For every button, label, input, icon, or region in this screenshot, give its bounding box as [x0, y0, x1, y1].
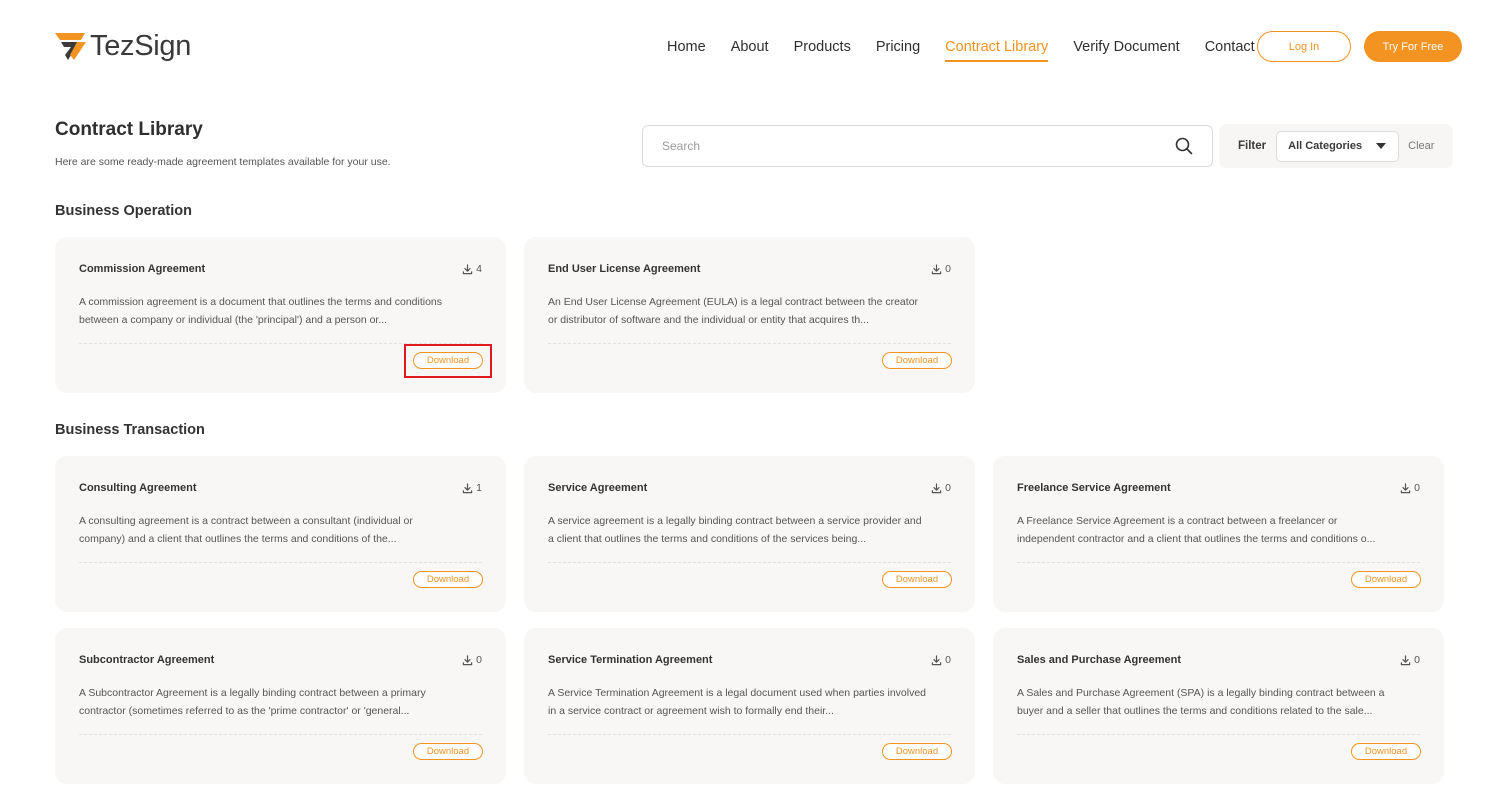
download-button[interactable]: Download	[413, 352, 483, 369]
download-icon	[1400, 654, 1411, 665]
download-count: 0	[462, 654, 482, 666]
template-card: Service Agreement 0 A service agreement …	[524, 456, 975, 612]
category-select-value: All Categories	[1288, 140, 1363, 152]
filter-bar: Filter All Categories Clear	[1219, 124, 1453, 168]
download-button[interactable]: Download	[413, 743, 483, 760]
template-card: Subcontractor Agreement 0 A Subcontracto…	[55, 628, 506, 784]
download-count: 0	[931, 482, 951, 494]
download-count: 0	[931, 263, 951, 275]
download-count-value: 1	[476, 482, 482, 494]
nav-about[interactable]: About	[731, 36, 769, 58]
card-divider	[548, 562, 951, 563]
card-title: End User License Agreement	[548, 263, 701, 275]
section-title-business-operation: Business Operation	[55, 203, 192, 219]
search-icon[interactable]	[1174, 136, 1194, 156]
download-count-value: 0	[476, 654, 482, 666]
card-title: Sales and Purchase Agreement	[1017, 654, 1182, 666]
template-card: Commission Agreement 4 A commission agre…	[55, 237, 506, 393]
download-icon	[931, 654, 942, 665]
card-description: A commission agreement is a document tha…	[79, 296, 443, 326]
download-button[interactable]: Download	[1351, 571, 1421, 588]
card-description: A Freelance Service Agreement is a contr…	[1017, 515, 1376, 545]
nav-contact[interactable]: Contact	[1205, 36, 1255, 58]
download-count-value: 4	[476, 263, 482, 275]
caret-down-icon	[1376, 143, 1387, 149]
template-card: Service Termination Agreement 0 A Servic…	[524, 628, 975, 784]
card-divider	[1017, 562, 1420, 563]
download-icon	[931, 482, 942, 493]
card-description: A service agreement is a legally binding…	[548, 515, 922, 545]
download-button[interactable]: Download	[882, 352, 952, 369]
search-input[interactable]	[643, 126, 1174, 166]
card-divider	[548, 734, 951, 735]
download-count: 1	[462, 482, 482, 494]
main-nav: Home About Products Pricing Contract Lib…	[667, 36, 1280, 62]
card-description: A Sales and Purchase Agreement (SPA) is …	[1017, 687, 1385, 717]
card-divider	[79, 343, 482, 344]
download-count-value: 0	[1414, 482, 1420, 494]
card-divider	[79, 562, 482, 563]
card-title: Consulting Agreement	[79, 482, 197, 494]
category-select[interactable]: All Categories	[1276, 130, 1400, 162]
template-card: Sales and Purchase Agreement 0 A Sales a…	[993, 628, 1444, 784]
card-description: A Service Termination Agreement is a leg…	[548, 687, 927, 717]
login-button[interactable]: Log In	[1257, 31, 1351, 62]
tezsign-logo-icon	[55, 33, 86, 60]
download-button[interactable]: Download	[882, 571, 952, 588]
page-subtitle: Here are some ready-made agreement templ…	[55, 156, 391, 168]
card-divider	[548, 343, 951, 344]
download-count: 0	[1400, 654, 1420, 666]
download-icon	[931, 263, 942, 274]
nav-products[interactable]: Products	[794, 36, 851, 58]
template-card: Freelance Service Agreement 0 A Freelanc…	[993, 456, 1444, 612]
card-title: Service Termination Agreement	[548, 654, 713, 666]
card-description: A consulting agreement is a contract bet…	[79, 515, 413, 545]
download-button[interactable]: Download	[413, 571, 483, 588]
card-title: Commission Agreement	[79, 263, 206, 275]
card-description: A Subcontractor Agreement is a legally b…	[79, 687, 426, 717]
site-header: TezSign Home About Products Pricing Cont…	[0, 0, 1500, 92]
download-count-value: 0	[1414, 654, 1420, 666]
download-button[interactable]: Download	[882, 743, 952, 760]
download-count: 0	[931, 654, 951, 666]
nav-verify-document[interactable]: Verify Document	[1073, 36, 1179, 58]
nav-home[interactable]: Home	[667, 36, 706, 58]
template-card: End User License Agreement 0 An End User…	[524, 237, 975, 393]
search-box	[642, 125, 1213, 167]
download-count: 4	[462, 263, 482, 275]
download-icon	[462, 263, 473, 274]
filter-label: Filter	[1238, 140, 1267, 152]
nav-pricing[interactable]: Pricing	[876, 36, 920, 58]
tezsign-logo[interactable]: TezSign	[55, 28, 191, 64]
card-description: An End User License Agreement (EULA) is …	[548, 296, 919, 326]
try-for-free-button[interactable]: Try For Free	[1364, 31, 1462, 62]
brand-name: TezSign	[90, 29, 192, 62]
download-count-value: 0	[945, 263, 951, 275]
nav-contract-library[interactable]: Contract Library	[945, 36, 1049, 62]
download-count-value: 0	[945, 654, 951, 666]
card-divider	[79, 734, 482, 735]
download-count: 0	[1400, 482, 1420, 494]
section-title-business-transaction: Business Transaction	[55, 422, 205, 438]
page-title: Contract Library	[55, 119, 203, 140]
download-icon	[462, 654, 473, 665]
download-button[interactable]: Download	[1351, 743, 1421, 760]
card-title: Service Agreement	[548, 482, 648, 494]
card-title: Subcontractor Agreement	[79, 654, 215, 666]
template-card: Consulting Agreement 1 A consulting agre…	[55, 456, 506, 612]
card-divider	[1017, 734, 1420, 735]
card-title: Freelance Service Agreement	[1017, 482, 1171, 494]
clear-filter-button[interactable]: Clear	[1408, 140, 1434, 152]
download-icon	[462, 482, 473, 493]
download-icon	[1400, 482, 1411, 493]
download-count-value: 0	[945, 482, 951, 494]
